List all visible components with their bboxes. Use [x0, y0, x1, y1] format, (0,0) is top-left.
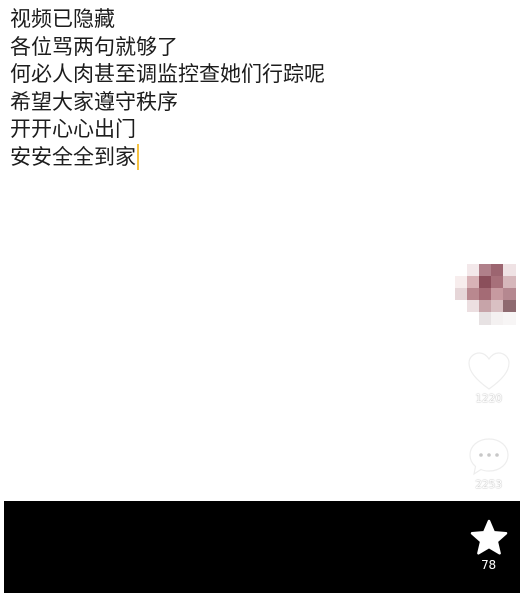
caption-line-last: 安安全全到家	[10, 143, 325, 172]
caption-line-text: 安安全全到家	[10, 144, 136, 169]
heart-icon	[467, 352, 510, 390]
bottom-bar	[4, 501, 520, 593]
favorite-button[interactable]: 78	[461, 518, 516, 572]
comment-count: 2253	[475, 478, 502, 491]
author-avatar[interactable]	[455, 264, 516, 325]
caption-line: 各位骂两句就够了	[10, 34, 178, 59]
caption-line: 开开心心出门	[10, 117, 136, 141]
comment-bubble-icon	[468, 438, 509, 476]
caption-line: 视频已隐藏	[10, 7, 115, 31]
star-icon	[470, 519, 507, 555]
comment-button[interactable]: 2253	[461, 436, 516, 492]
like-count: 1220	[475, 392, 502, 405]
like-button[interactable]: 1220	[461, 350, 516, 406]
caption-line: 何必人肉甚至调监控查她们行踪呢	[10, 62, 325, 86]
favorite-count: 78	[481, 558, 496, 572]
caption-line: 希望大家遵守秩序	[10, 89, 178, 114]
caption-text: 视频已隐藏 各位骂两句就够了 何必人肉甚至调监控查她们行踪呢 希望大家遵守秩序 …	[10, 6, 325, 171]
text-cursor	[137, 143, 139, 170]
